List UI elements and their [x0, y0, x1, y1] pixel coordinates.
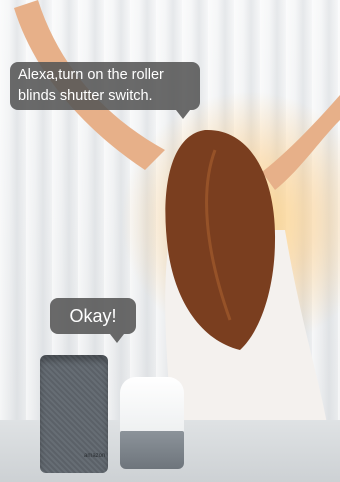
google-home-speaker: [120, 377, 184, 469]
reply-bubble: Okay!: [50, 298, 136, 343]
speaker-brand-label: amazon: [84, 453, 106, 459]
voice-command-bubble: Alexa,turn on the roller blinds shutter …: [10, 62, 200, 119]
photo-scene: Alexa,turn on the roller blinds shutter …: [0, 0, 340, 482]
voice-command-line-1: Alexa,turn on the roller: [18, 67, 164, 83]
right-arm: [262, 95, 340, 190]
speaker-grey-base: [120, 431, 184, 469]
reply-text: Okay!: [69, 306, 117, 326]
voice-command-line-2: blinds shutter switch.: [18, 88, 153, 104]
amazon-echo-speaker: amazon: [40, 355, 108, 473]
speaker-white-top: [120, 377, 184, 433]
